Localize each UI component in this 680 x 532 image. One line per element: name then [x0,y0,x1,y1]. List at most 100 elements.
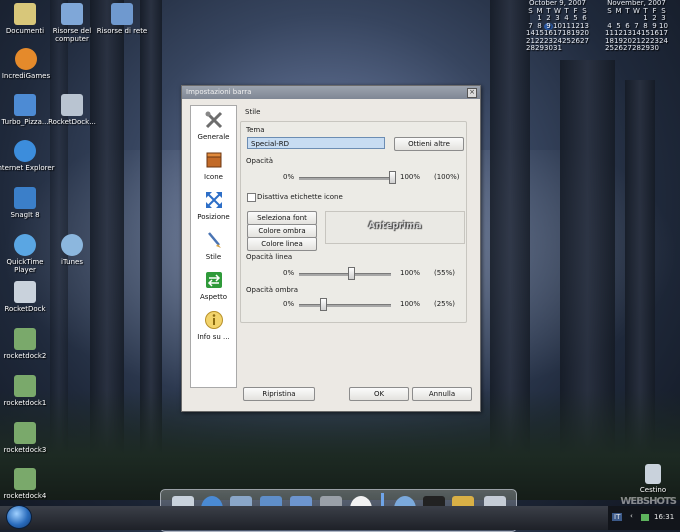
desktop-icon-label: Cestino [639,486,667,494]
sidebar-item-generale[interactable]: Generale [191,110,236,141]
disable-labels-label: Disattiva etichette icone [257,193,343,201]
opacity-value: (100%) [434,173,460,181]
network-tray-icon[interactable] [641,514,649,521]
line-opacity-max: 100% [400,269,421,277]
sidebar-item-aspetto[interactable]: Aspetto [191,270,236,301]
desktop-icon-rocketdock-shortcut[interactable]: RocketDock... [42,94,102,126]
dialog-titlebar[interactable]: Impostazioni barra × [182,86,480,99]
calendar-day: 28 [526,44,535,52]
image-file-icon [14,375,36,397]
calendar-week-row: 25 26 27 28 29 30 [605,44,668,53]
sidebar-item-stile[interactable]: Stile [191,230,236,261]
calendar-day [580,45,589,53]
itunes-icon [61,234,83,256]
calendar-weekday: T [625,6,630,15]
start-button[interactable] [6,505,32,529]
desktop-icon-incredigames[interactable]: IncrediGames [0,48,56,80]
desktop-icon-network[interactable]: Risorse di rete [92,3,152,35]
opacity-min: 0% [283,173,295,181]
desktop-icon-rocketdock2[interactable]: rocketdock2 [0,328,55,360]
shadow-opacity-min: 0% [283,300,295,308]
language-indicator[interactable]: IT [612,513,623,521]
desktop-icon-internet-explorer[interactable]: Internet Explorer [0,140,55,172]
opacity-label: Opacità [246,157,274,165]
sidebar-item-label: Stile [205,253,222,261]
desktop-icon-rocketdock3[interactable]: rocketdock3 [0,422,55,454]
line-opacity-slider-thumb[interactable] [347,267,355,280]
desktop-icon-rocketdock4[interactable]: rocketdock4 [0,468,55,500]
image-file-icon [14,422,36,444]
disable-labels-checkbox[interactable] [247,193,256,202]
preview-text: Anteprima [368,221,422,231]
calendar-week-row: 28 29 30 31 [526,44,589,53]
line-opacity-slider-track[interactable] [299,273,391,276]
calendar-weekday: S [528,6,533,15]
computer-icon [61,3,83,25]
image-file-icon [14,328,36,350]
pizza-game-icon [14,94,36,116]
calendar-day: 30 [544,44,553,52]
shadow-opacity-slider-thumb[interactable] [320,298,327,311]
sidebar-item-icone[interactable]: Icone [191,150,236,181]
quicktime-icon [14,234,36,256]
desktop-icon-rocketdock1[interactable]: rocketdock1 [0,375,55,407]
box-icon [206,152,221,168]
desktop-icon-label: RocketDock [4,305,46,313]
reset-button[interactable]: Ripristina [243,387,315,401]
desktop-icon-label: Internet Explorer [0,164,55,172]
opacity-slider-track[interactable] [299,177,391,180]
settings-dialog: Impostazioni barra × Generale Icone Posi… [181,85,481,412]
sidebar-item-info[interactable]: Info su ... [191,310,236,341]
desktop-icon-label: rocketdock2 [3,352,47,360]
select-font-button[interactable]: Seleziona font [247,211,317,225]
calendar-day: 29 [641,44,650,52]
line-opacity-min: 0% [283,269,295,277]
get-more-button[interactable]: Ottieni altre [394,137,464,151]
sidebar-item-label: Generale [197,133,230,141]
calendar-weekday: S [607,6,612,15]
shadow-color-button[interactable]: Colore ombra [247,224,317,238]
sidebar-item-label: Icone [204,173,223,181]
calendar-day: 31 [553,44,562,52]
internet-explorer-icon [14,140,36,162]
calendar-day: 27 [623,44,632,52]
switch-icon [205,272,222,288]
desktop-icon-itunes[interactable]: iTunes [42,234,102,266]
ok-button[interactable]: OK [349,387,409,401]
game-icon [15,48,37,70]
cancel-button[interactable]: Annulla [412,387,472,401]
desktop-icon-label: rocketdock3 [3,446,47,454]
tema-select[interactable]: Special-RD [247,137,385,149]
section-title: Stile [245,108,261,116]
desktop-icon-label: iTunes [61,258,83,266]
calendar-weekday: W [633,6,640,15]
calendar-day: 30 [650,44,659,52]
settings-sidebar: Generale Icone Posizione Stile Aspetto I… [190,105,237,388]
calendar-weekday-row: SMTWTFS [605,6,668,16]
system-tray: IT ‹ 16:31 [608,506,680,530]
calendar-day: 29 [535,44,544,52]
calendar-day [562,45,571,53]
line-color-button[interactable]: Colore linea [247,237,317,251]
sidebar-item-label: Posizione [197,213,230,221]
calendar-day: 26 [571,36,580,45]
close-button[interactable]: × [467,88,477,98]
tray-chevron-icon[interactable]: ‹ [630,512,633,520]
dialog-title: Impostazioni barra [186,88,252,96]
line-opacity-label: Opacità linea [246,253,293,261]
desktop-icon-rocketdock[interactable]: RocketDock [0,281,55,313]
opacity-slider-thumb[interactable] [389,171,396,184]
desktop-icon-snagit[interactable]: SnagIt 8 [0,187,55,219]
calendar-day: 26 [614,44,623,52]
preview-box: Anteprima [325,211,465,244]
shadow-opacity-slider-track[interactable] [299,304,391,307]
calendar-day: 25 [605,44,614,52]
desktop-icon-cestino[interactable]: Cestino [623,464,680,494]
sidebar-item-posizione[interactable]: Posizione [191,190,236,221]
tools-icon [205,111,222,129]
rocketdock-icon [61,94,83,116]
rocket-icon [14,281,36,303]
network-icon [111,3,133,25]
clock[interactable]: 16:31 [654,513,674,521]
desktop-icon-label: rocketdock4 [3,492,47,500]
